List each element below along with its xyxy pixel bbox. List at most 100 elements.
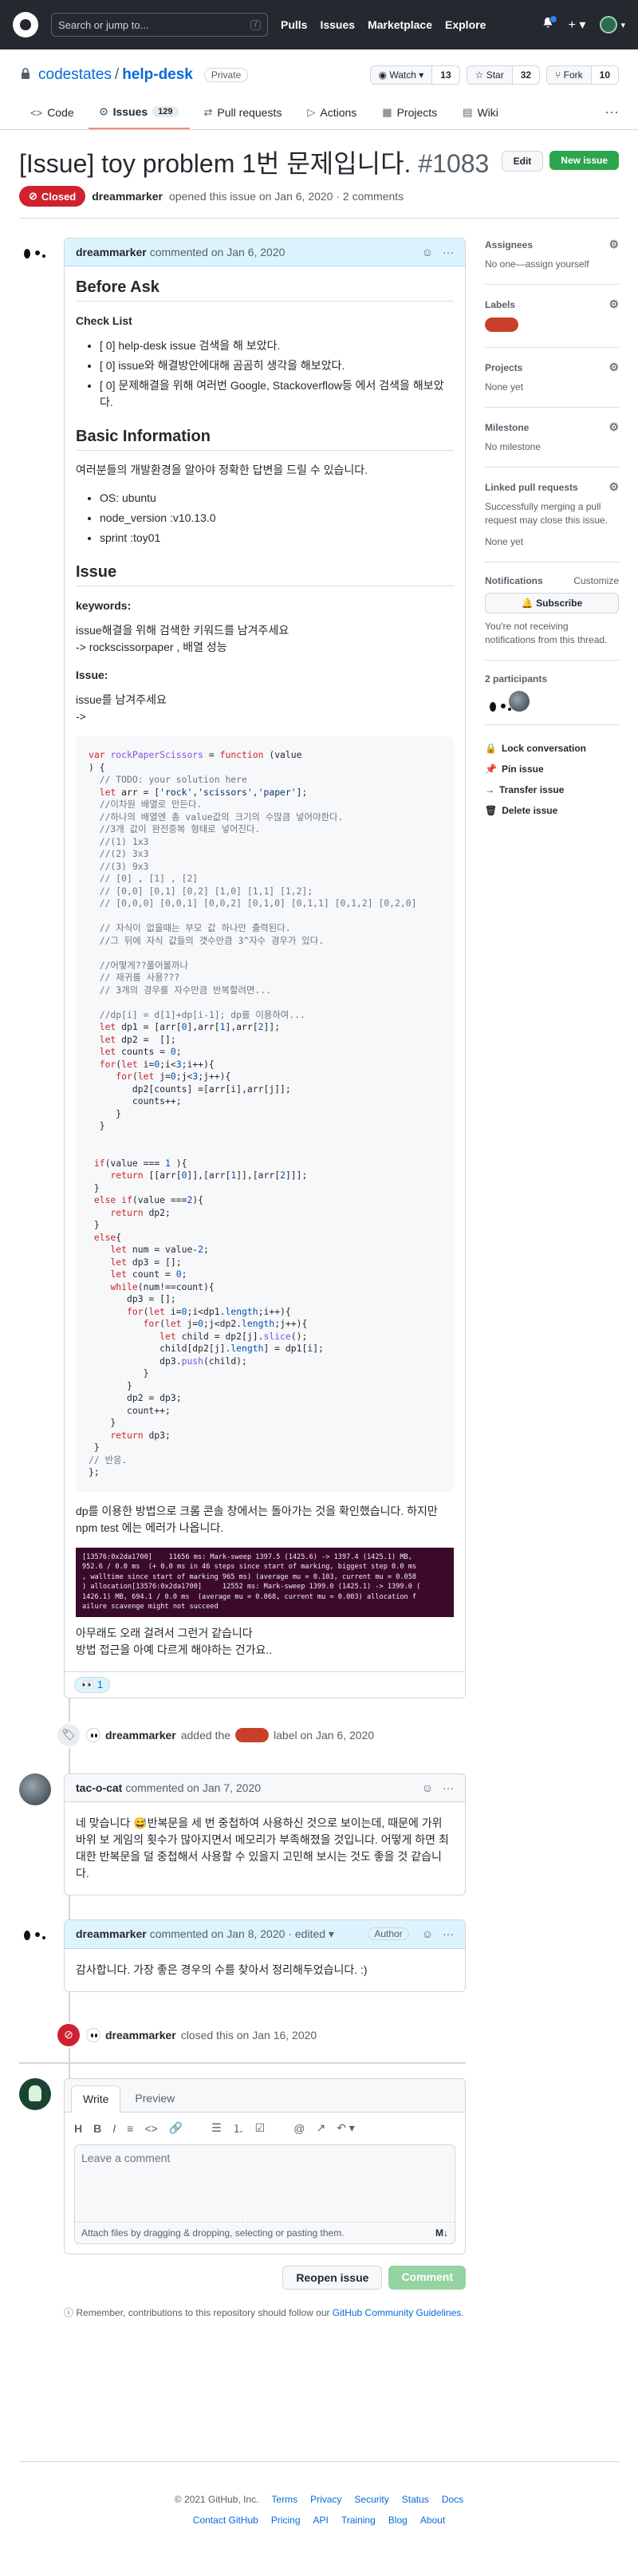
avatar[interactable]	[19, 2077, 51, 2110]
markdown-icon[interactable]: M↓	[435, 2227, 448, 2239]
avatar[interactable]	[86, 2027, 100, 2042]
participant-avatar[interactable]	[485, 691, 506, 712]
participant-avatar[interactable]	[509, 691, 530, 712]
reply-icon[interactable]: ↶ ▾	[337, 2121, 355, 2135]
avatar[interactable]	[86, 1727, 100, 1742]
label-chip[interactable]	[235, 1727, 270, 1742]
bold-icon[interactable]: B	[93, 2122, 101, 2135]
tab-write[interactable]: Write	[71, 2085, 121, 2112]
watch-count[interactable]: 13	[431, 66, 459, 84]
nav-marketplace[interactable]: Marketplace	[368, 18, 432, 31]
avatar[interactable]	[19, 1919, 51, 1951]
cross-reference-icon[interactable]: ↗	[316, 2121, 325, 2135]
bulleted-list-icon[interactable]: ☰	[211, 2121, 222, 2135]
transfer-issue-button[interactable]: → Transfer issue	[485, 779, 619, 800]
comment-submit-button[interactable]: Comment	[388, 2265, 466, 2290]
footer-link-docs[interactable]: Docs	[442, 2494, 463, 2505]
more-tabs-icon[interactable]: ···	[605, 99, 619, 129]
guidelines-link[interactable]: GitHub Community Guidelines	[333, 2307, 461, 2318]
nav-pulls[interactable]: Pulls	[281, 18, 307, 31]
star-count[interactable]: 32	[511, 66, 540, 84]
watch-button[interactable]: ◉ Watch ▾ 13	[369, 65, 460, 85]
event-actor[interactable]: dreammarker	[105, 1729, 176, 1742]
heading-icon[interactable]: H	[74, 2122, 82, 2135]
search-input[interactable]: Search or jump to... /	[51, 13, 268, 37]
nav-explore[interactable]: Explore	[445, 18, 486, 31]
footer-link-api[interactable]: API	[313, 2515, 329, 2526]
sidebar-value[interactable]: No one—assign yourself	[485, 258, 619, 271]
create-new-menu[interactable]: + ▾	[569, 17, 586, 33]
user-menu[interactable]: ▾	[600, 16, 625, 34]
github-logo-icon[interactable]	[13, 12, 38, 37]
pin-issue-button[interactable]: 📌 Pin issue	[485, 759, 619, 779]
sidebar-title[interactable]: Milestone	[485, 422, 529, 433]
footer-link-security[interactable]: Security	[354, 2494, 388, 2505]
delete-issue-button[interactable]: 🗑 Delete issue	[485, 800, 619, 821]
footer-link-privacy[interactable]: Privacy	[310, 2494, 341, 2505]
task-list-icon[interactable]: ☑	[255, 2121, 266, 2135]
italic-icon[interactable]: I	[112, 2122, 116, 2135]
sidebar-title[interactable]: Assignees	[485, 239, 533, 250]
link-icon[interactable]: 🔗	[169, 2121, 183, 2135]
gear-icon[interactable]: ⚙	[608, 361, 619, 374]
sidebar-title[interactable]: Linked pull requests	[485, 482, 578, 493]
comment-timestamp[interactable]: commented on Jan 6, 2020	[150, 246, 286, 258]
footer-link-pricing[interactable]: Pricing	[271, 2515, 301, 2526]
edit-title-button[interactable]: Edit	[501, 151, 544, 172]
sidebar-title[interactable]: Projects	[485, 362, 522, 373]
lock-conversation-button[interactable]: 🔒 Lock conversation	[485, 738, 619, 759]
kebab-menu-icon[interactable]: ···	[443, 1781, 454, 1794]
terminal-screenshot[interactable]: [13576:0x2da1700] 11656 ms: Mark-sweep 1…	[76, 1547, 454, 1617]
nav-issues[interactable]: Issues	[320, 18, 355, 31]
repo-owner-link[interactable]: codestates	[38, 66, 112, 84]
issue-author-link[interactable]: dreammarker	[92, 190, 163, 203]
add-reaction-icon[interactable]: ☺	[422, 246, 433, 258]
comment-textarea[interactable]: Leave a comment	[74, 2144, 455, 2223]
sidebar-title[interactable]: Labels	[485, 299, 515, 310]
comment-author[interactable]: tac-o-cat	[76, 1781, 122, 1794]
label-chip[interactable]	[485, 318, 518, 332]
footer-link-training[interactable]: Training	[341, 2515, 376, 2526]
notifications-bell-icon[interactable]	[542, 14, 557, 34]
attach-bar[interactable]: Attach files by dragging & dropping, sel…	[74, 2222, 455, 2244]
tab-code[interactable]: <> Code	[19, 99, 85, 129]
gear-icon[interactable]: ⚙	[608, 238, 619, 251]
star-button[interactable]: ☆ Star 32	[466, 65, 541, 85]
comment-timestamp[interactable]: commented on Jan 7, 2020	[125, 1781, 261, 1794]
footer-link-status[interactable]: Status	[402, 2494, 429, 2505]
footer-link-contact[interactable]: Contact GitHub	[193, 2515, 258, 2526]
tab-issues[interactable]: ⊙ Issues 129	[88, 99, 190, 129]
footer-link-blog[interactable]: Blog	[388, 2515, 408, 2526]
gear-icon[interactable]: ⚙	[608, 420, 619, 434]
reopen-issue-button[interactable]: Reopen issue	[282, 2265, 383, 2290]
avatar[interactable]	[19, 1773, 51, 1805]
kebab-menu-icon[interactable]: ···	[443, 1927, 454, 1940]
code-icon[interactable]: <>	[144, 2122, 157, 2135]
code-block[interactable]: var rockPaperScissors = function (value …	[76, 736, 454, 1492]
footer-link-about[interactable]: About	[420, 2515, 445, 2526]
avatar[interactable]	[19, 238, 51, 270]
gear-icon[interactable]: ⚙	[608, 298, 619, 311]
comment-timestamp[interactable]: commented on Jan 8, 2020 · edited ▾	[150, 1927, 334, 1941]
new-issue-button[interactable]: New issue	[549, 151, 619, 170]
mention-icon[interactable]: @	[293, 2122, 305, 2135]
numbered-list-icon[interactable]: ⒈	[233, 2120, 244, 2136]
subscribe-button[interactable]: 🔔 Subscribe	[485, 593, 619, 613]
fork-button[interactable]: ⑂ Fork 10	[546, 65, 619, 85]
reaction-eyes-button[interactable]: 👀 1	[74, 1676, 111, 1693]
fork-count[interactable]: 10	[590, 66, 618, 84]
add-reaction-icon[interactable]: ☺	[422, 1781, 433, 1794]
tab-pull-requests[interactable]: ⇄ Pull requests	[193, 99, 293, 129]
tab-actions[interactable]: ▷ Actions	[296, 99, 368, 129]
quote-icon[interactable]: ≡	[127, 2122, 133, 2135]
add-reaction-icon[interactable]: ☺	[422, 1927, 433, 1940]
customize-link[interactable]: Customize	[573, 575, 619, 586]
tab-wiki[interactable]: ▤ Wiki	[451, 99, 510, 129]
kebab-menu-icon[interactable]: ···	[443, 246, 454, 258]
gear-icon[interactable]: ⚙	[608, 480, 619, 494]
event-actor[interactable]: dreammarker	[105, 2029, 176, 2041]
footer-link-terms[interactable]: Terms	[271, 2494, 297, 2505]
comment-author[interactable]: dreammarker	[76, 246, 147, 258]
repo-name-link[interactable]: help-desk	[122, 66, 193, 84]
tab-preview[interactable]: Preview	[124, 2085, 186, 2112]
